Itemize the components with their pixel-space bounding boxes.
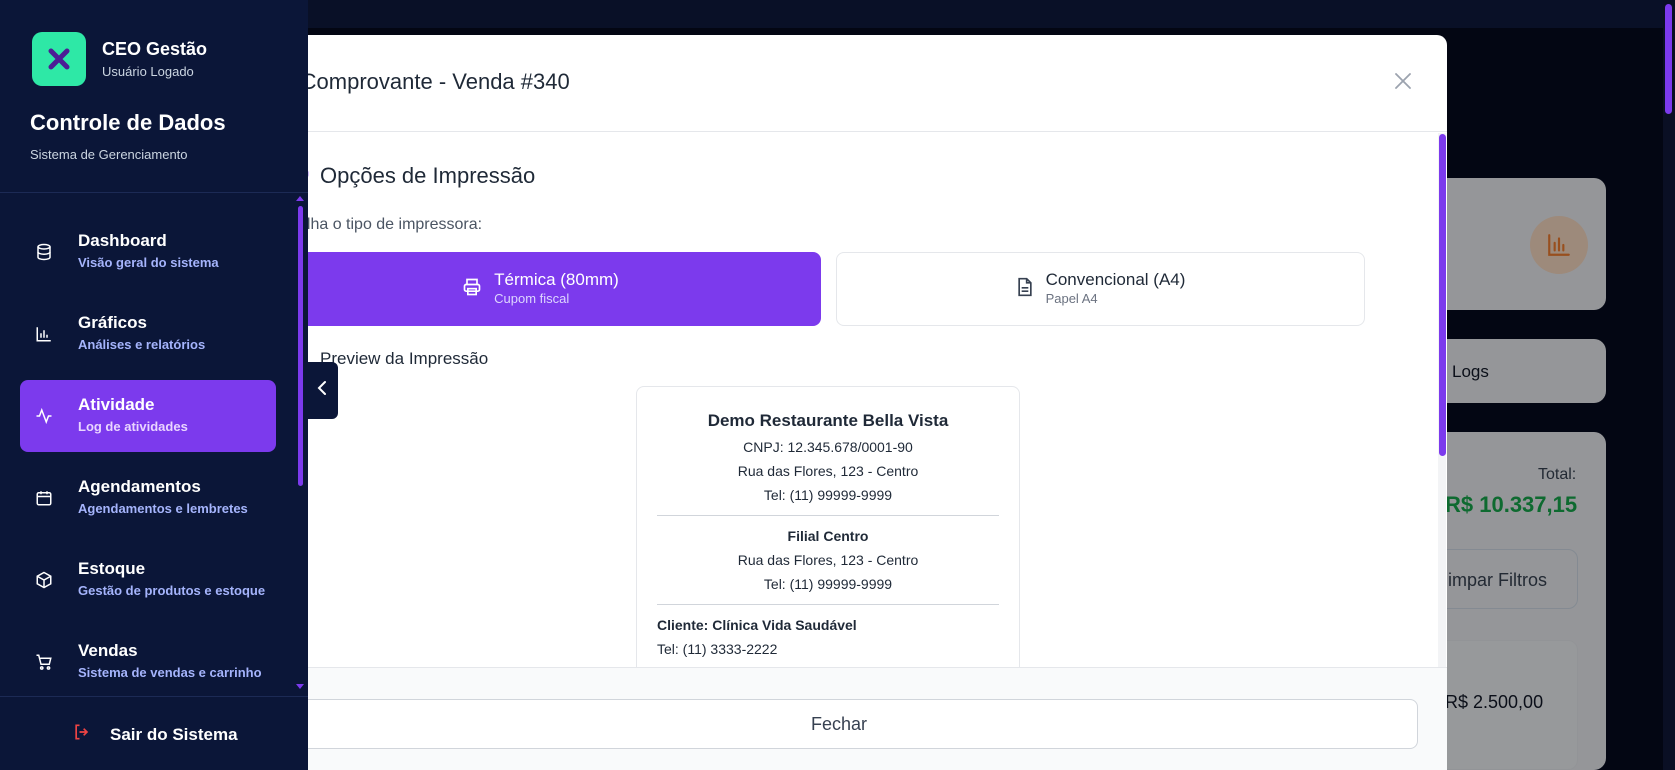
sidebar-item-sub: Gestão de produtos e estoque <box>78 583 266 598</box>
receipt-client: Cliente: Clínica Vida Saudável <box>657 617 857 633</box>
sidebar-item-atividade[interactable]: Atividade Log de atividades <box>20 380 276 452</box>
receipt-preview: Demo Restaurante Bella Vista CNPJ: 12.34… <box>636 386 1020 667</box>
document-icon <box>1016 277 1034 302</box>
page-scrollbar[interactable] <box>1663 0 1675 770</box>
sidebar-item-sub: Sistema de vendas e carrinho <box>78 665 262 680</box>
logout-button[interactable]: Sair do Sistema <box>72 722 238 747</box>
sidebar-item-label: Atividade <box>78 395 155 414</box>
thermal-option-label: Térmica (80mm) <box>494 270 619 289</box>
scroll-up-arrow[interactable] <box>296 196 304 201</box>
modal-body: Opções de Impressão colha o tipo de impr… <box>230 133 1447 667</box>
printer-type-label: colha o tipo de impressora: <box>290 216 483 233</box>
logout-label: Sair do Sistema <box>110 724 238 744</box>
package-icon <box>34 570 54 590</box>
sidebar-item-sub: Agendamentos e lembretes <box>78 501 248 516</box>
brand-logo <box>32 32 86 86</box>
sidebar-item-agendamentos[interactable]: Agendamentos Agendamentos e lembretes <box>20 462 276 534</box>
sidebar-item-label: Gráficos <box>78 313 147 332</box>
modal-scrollbar-thumb[interactable] <box>1439 134 1446 456</box>
receipt-branch-phone: Tel: (11) 99999-9999 <box>763 576 893 592</box>
modal-header: mir Comprovante - Venda #340 <box>230 35 1447 132</box>
calendar-icon <box>34 488 54 508</box>
brand-name: CEO Gestão <box>102 39 208 59</box>
receipt-phone: Tel: (11) 99999-9999 <box>763 487 893 503</box>
bar-chart-icon <box>34 324 54 344</box>
modal-title: mir Comprovante - Venda #340 <box>264 69 570 94</box>
print-receipt-modal: mir Comprovante - Venda #340 Opções de I… <box>230 35 1447 770</box>
sidebar-item-vendas[interactable]: Vendas Sistema de vendas e carrinho <box>20 626 276 696</box>
print-options-title: Opções de Impressão <box>320 163 536 188</box>
sidebar-item-sub: Visão geral do sistema <box>78 255 219 270</box>
preview-heading: Preview da Impressão <box>320 349 489 368</box>
conventional-option-label: Convencional (A4) <box>1045 270 1186 289</box>
sidebar-divider <box>0 192 308 193</box>
sidebar-item-label: Vendas <box>78 641 138 660</box>
close-icon[interactable] <box>1388 66 1418 96</box>
sidebar-scrollbar-thumb[interactable] <box>298 206 303 486</box>
modal-footer: Fechar <box>230 667 1447 770</box>
close-button[interactable]: Fechar <box>260 699 1418 749</box>
thermal-option-sub: Cupom fiscal <box>494 291 570 306</box>
sidebar-divider <box>0 696 308 697</box>
print-options-heading: Opções de Impressão <box>290 163 535 189</box>
logout-icon <box>72 722 92 747</box>
sidebar-item-label: Dashboard <box>78 231 167 250</box>
receipt-company: Demo Restaurante Bella Vista <box>707 411 949 430</box>
page-scrollbar-thumb[interactable] <box>1665 4 1672 114</box>
collapse-sidebar-button[interactable] <box>306 362 338 419</box>
receipt-address: Rua das Flores, 123 - Centro <box>737 463 919 479</box>
sidebar-item-sub: Análises e relatórios <box>78 337 206 352</box>
thermal-printer-option[interactable]: Térmica (80mm) Cupom fiscal <box>260 252 821 326</box>
sidebar-nav: Dashboard Visão geral do sistema Gráfico… <box>0 212 308 696</box>
chevron-left-icon <box>317 380 327 401</box>
conventional-option-sub: Papel A4 <box>1045 291 1098 306</box>
receipt-cnpj: CNPJ: 12.345.678/0001-90 <box>743 439 913 455</box>
sidebar-item-sub: Log de atividades <box>78 419 188 434</box>
control-title: Controle de Dados <box>30 110 226 135</box>
sidebar-item-estoque[interactable]: Estoque Gestão de produtos e estoque <box>20 544 276 616</box>
sidebar-item-graficos[interactable]: Gráficos Análises e relatórios <box>20 298 276 370</box>
receipt-divider <box>657 604 999 605</box>
receipt-branch-address: Rua das Flores, 123 - Centro <box>737 552 919 568</box>
brand: CEO Gestão Usuário Logado <box>32 32 207 86</box>
scroll-down-arrow[interactable] <box>296 684 304 689</box>
sidebar-item-label: Agendamentos <box>78 477 201 496</box>
receipt-client-phone: Tel: (11) 3333-2222 <box>657 641 778 657</box>
control-subtitle: Sistema de Gerenciamento <box>30 147 188 162</box>
receipt-branch-name: Filial Centro <box>787 528 869 544</box>
cart-icon <box>34 652 54 672</box>
brand-user: Usuário Logado <box>102 64 194 79</box>
sidebar-item-dashboard[interactable]: Dashboard Visão geral do sistema <box>20 216 276 288</box>
activity-icon <box>34 406 54 426</box>
conventional-printer-option[interactable]: Convencional (A4) Papel A4 <box>836 252 1365 326</box>
sidebar: CEO Gestão Usuário Logado Controle de Da… <box>0 0 308 770</box>
printer-icon <box>462 277 482 302</box>
database-icon <box>34 242 54 262</box>
sidebar-item-label: Estoque <box>78 559 146 578</box>
receipt-divider <box>657 515 999 516</box>
